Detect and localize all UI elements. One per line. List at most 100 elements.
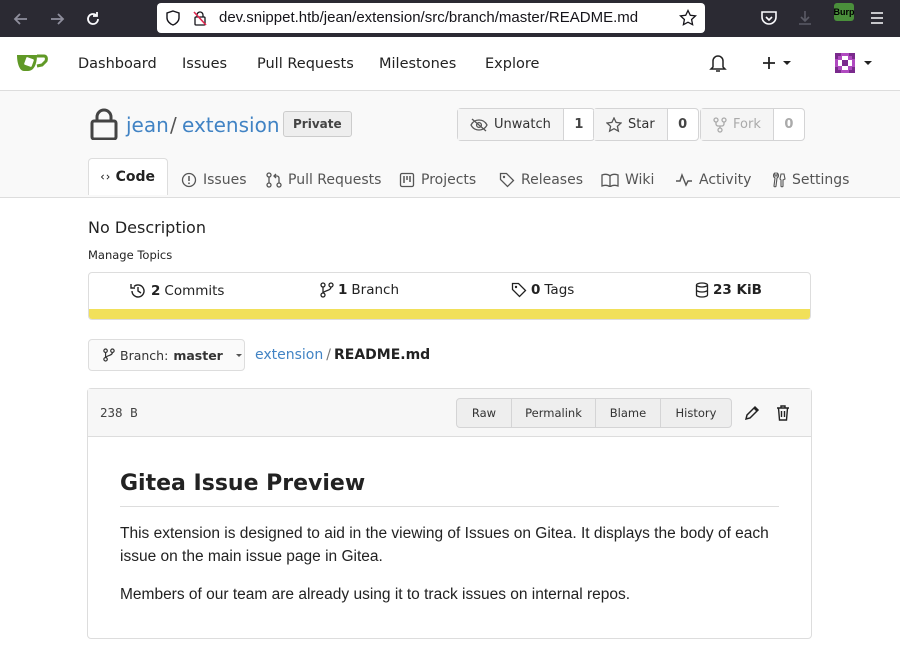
issue-icon — [181, 172, 197, 188]
reload-icon[interactable] — [82, 8, 104, 30]
gitea-navbar: Dashboard Issues Pull Requests Milestone… — [0, 37, 900, 91]
branch-prefix: Branch: — [120, 347, 169, 363]
permalink-button[interactable]: Permalink — [512, 399, 596, 427]
watch-count[interactable]: 1 — [564, 109, 594, 140]
watch-button[interactable]: Unwatch 1 — [457, 108, 595, 141]
blame-button[interactable]: Blame — [596, 399, 661, 427]
url-bar[interactable]: dev.snippet.htb/jean/extension/src/branc… — [157, 3, 705, 33]
branches-stat[interactable]: 1 Branch — [320, 282, 399, 298]
tab-releases-label: Releases — [521, 172, 583, 188]
tab-code-label: Code — [115, 169, 155, 185]
repo-header: jean / extension Private Unwatch 1 Star … — [0, 91, 900, 198]
manage-topics-link[interactable]: Manage Topics — [88, 248, 172, 262]
file-actions: Raw Permalink Blame History — [456, 398, 732, 428]
tab-settings-label: Settings — [792, 172, 850, 188]
database-icon — [695, 282, 709, 298]
menu-icon[interactable] — [868, 9, 886, 31]
nav-milestones[interactable]: Milestones — [379, 56, 456, 72]
tab-releases[interactable]: Releases — [487, 162, 595, 198]
tags-count: 0 — [531, 282, 541, 298]
avatar[interactable] — [832, 50, 874, 80]
tab-issues[interactable]: Issues — [169, 162, 259, 198]
fork-button[interactable]: Fork 0 — [700, 108, 805, 141]
breadcrumb-separator: / — [326, 347, 331, 363]
back-icon[interactable] — [10, 8, 32, 30]
burp-label: Burp — [833, 7, 855, 17]
edit-pencil-icon[interactable] — [744, 405, 760, 425]
burp-extension-icon[interactable]: Burp — [833, 3, 855, 21]
bell-icon[interactable] — [709, 53, 727, 77]
repo-stats-bar: 2 Commits 1 Branch 0 Tags 23 KiB — [88, 272, 811, 320]
nav-issues[interactable]: Issues — [182, 56, 227, 72]
tab-issues-label: Issues — [203, 172, 247, 188]
gitea-logo-icon[interactable] — [16, 50, 48, 80]
code-icon — [101, 174, 110, 180]
nav-dashboard[interactable]: Dashboard — [78, 56, 157, 72]
pull-request-icon — [266, 172, 282, 188]
forward-icon[interactable] — [46, 8, 68, 30]
tag-icon — [499, 172, 515, 188]
file-viewer: 238 B Raw Permalink Blame History Gitea … — [87, 388, 812, 639]
tab-wiki-label: Wiki — [625, 172, 655, 188]
language-bar[interactable] — [89, 309, 810, 319]
pocket-icon[interactable] — [760, 9, 778, 31]
branches-label: Branch — [351, 282, 400, 298]
repo-size: 23 KiB — [713, 282, 762, 298]
tags-label: Tags — [544, 282, 575, 298]
tab-projects[interactable]: Projects — [387, 162, 488, 198]
star-button[interactable]: Star 0 — [593, 108, 699, 141]
readme-paragraph-1: This extension is designed to aid in the… — [120, 525, 769, 565]
breadcrumb-file: README.md — [333, 347, 431, 363]
nav-pull-requests[interactable]: Pull Requests — [257, 56, 354, 72]
file-size: 238 B — [100, 405, 138, 420]
nav-explore[interactable]: Explore — [485, 56, 539, 72]
file-header: 238 B Raw Permalink Blame History — [88, 389, 811, 437]
insecure-lock-icon[interactable] — [192, 10, 208, 30]
tab-activity-label: Activity — [699, 172, 752, 188]
readme-title-divider — [120, 506, 779, 507]
readme-title: Gitea Issue Preview — [120, 471, 366, 496]
tags-stat[interactable]: 0 Tags — [511, 282, 574, 298]
history-icon — [130, 284, 145, 298]
plus-icon[interactable] — [762, 55, 792, 75]
commits-label: Commits — [164, 283, 225, 299]
size-stat: 23 KiB — [695, 282, 762, 298]
branch-icon — [320, 282, 334, 298]
tab-wiki[interactable]: Wiki — [589, 162, 666, 198]
star-icon — [606, 116, 622, 132]
branch-selector[interactable]: Branch: master — [88, 339, 245, 371]
branches-count: 1 — [338, 282, 348, 298]
star-count[interactable]: 0 — [668, 109, 698, 140]
url-text: dev.snippet.htb/jean/extension/src/branc… — [219, 9, 639, 26]
repo-name-link[interactable]: extension — [182, 113, 280, 137]
tab-activity[interactable]: Activity — [663, 162, 763, 198]
raw-button[interactable]: Raw — [457, 399, 512, 427]
browser-toolbar: dev.snippet.htb/jean/extension/src/branc… — [0, 0, 900, 37]
download-icon[interactable] — [796, 9, 814, 31]
repo-separator: / — [170, 113, 177, 137]
star-label: Star — [628, 117, 655, 132]
book-icon — [601, 173, 619, 187]
trash-icon[interactable] — [776, 405, 790, 425]
commits-stat[interactable]: 2 Commits — [129, 282, 224, 300]
bookmark-star-icon[interactable] — [679, 8, 697, 31]
tab-settings[interactable]: Settings — [760, 162, 861, 198]
project-icon — [399, 172, 415, 188]
tools-icon — [772, 172, 786, 188]
fork-label: Fork — [733, 117, 761, 132]
tab-projects-label: Projects — [421, 172, 477, 188]
repo-description: No Description — [88, 218, 206, 237]
fork-count[interactable]: 0 — [774, 109, 804, 140]
shield-icon[interactable] — [165, 10, 181, 30]
private-badge: Private — [283, 111, 352, 137]
tab-pull-requests[interactable]: Pull Requests — [254, 162, 393, 198]
branch-icon — [103, 348, 115, 362]
history-button[interactable]: History — [661, 399, 731, 427]
readme-paragraph-2: Members of our team are already using it… — [120, 586, 631, 603]
pulse-icon — [676, 173, 692, 187]
tab-code[interactable]: Code — [88, 158, 168, 195]
tab-pull-requests-label: Pull Requests — [288, 172, 382, 188]
eye-slash-icon — [470, 118, 488, 131]
repo-owner-link[interactable]: jean — [126, 113, 169, 137]
breadcrumb-repo-link[interactable]: extension — [255, 347, 323, 363]
